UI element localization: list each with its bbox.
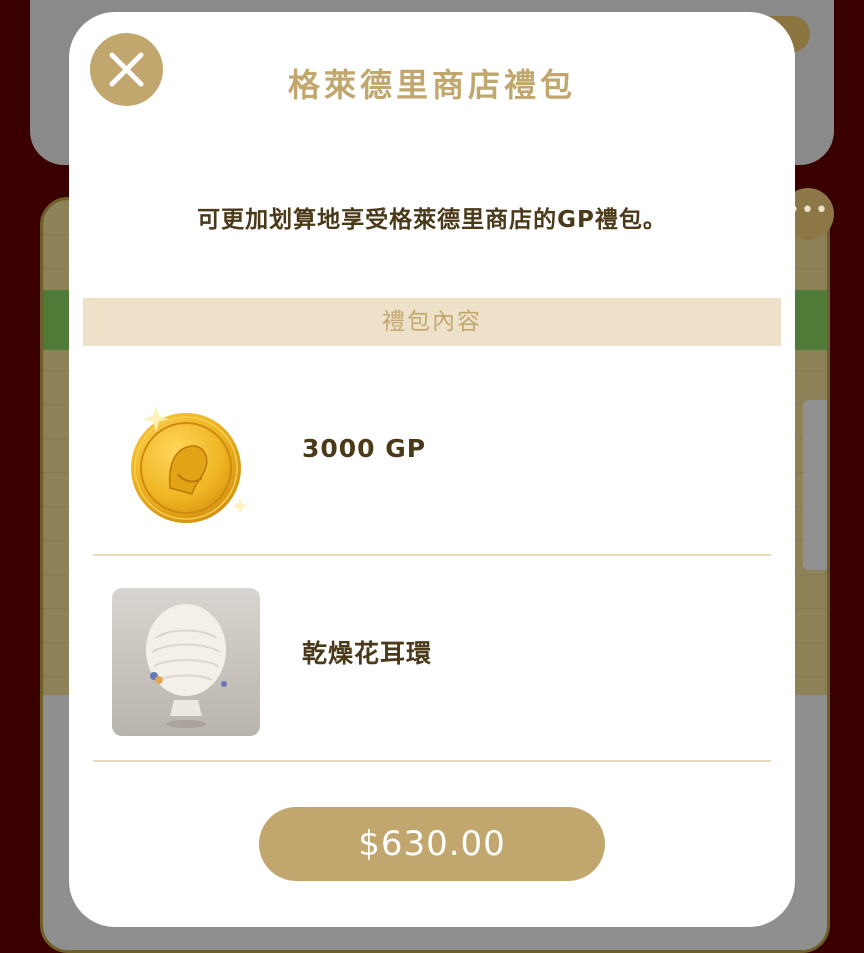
- modal-title: 格萊德里商店禮包: [287, 66, 576, 104]
- earring-mannequin-image: [112, 588, 260, 736]
- item-label: 乾燥花耳環: [302, 639, 433, 668]
- bundle-item-row: 3000 GP: [93, 380, 771, 556]
- gold-coin-icon: [131, 406, 248, 523]
- background-side-block: [803, 400, 827, 570]
- modal-description: 可更加划算地享受格萊德里商店的GP禮包。: [197, 207, 667, 233]
- bundle-modal: 格萊德里商店禮包 可更加划算地享受格萊德里商店的GP禮包。 禮包內容 3000 …: [69, 12, 795, 927]
- item-label: 3000 GP: [302, 434, 427, 463]
- bundle-item-row: 乾燥花耳環: [93, 572, 771, 762]
- purchase-price-button[interactable]: $630.00: [259, 807, 605, 881]
- section-header: 禮包內容: [83, 298, 781, 346]
